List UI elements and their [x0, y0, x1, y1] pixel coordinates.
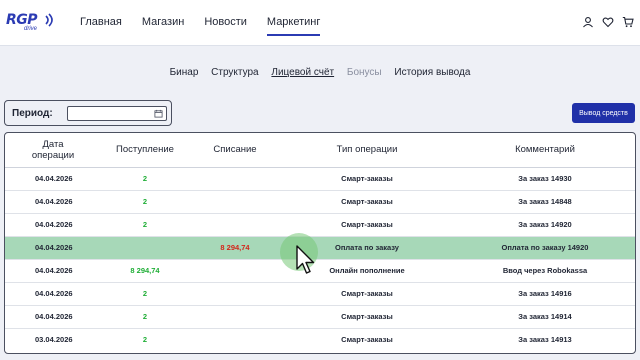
cell-income: 2 [142, 312, 148, 321]
header-income: Поступление [116, 144, 174, 155]
heart-icon[interactable] [602, 16, 614, 28]
cell-comment: За заказ 14930 [518, 174, 572, 183]
main-nav: Главная Магазин Новости Маркетинг [80, 16, 340, 36]
cell-comment: Оплата по заказу 14920 [501, 243, 589, 252]
withdraw-funds-button[interactable]: Вывод средств [572, 103, 635, 123]
header-type: Тип операции [336, 144, 398, 155]
cell-income: 8 294,74 [130, 266, 160, 275]
header-icons [582, 16, 634, 28]
top-header: RGP drive Главная Магазин Новости Маркет… [0, 0, 640, 46]
header-comment: Комментарий [515, 144, 575, 155]
cell-date: 04.04.2026 [35, 243, 73, 252]
cell-type: Смарт-заказы [341, 220, 393, 229]
nav-item-home[interactable]: Главная [80, 16, 122, 36]
cell-date: 04.04.2026 [35, 220, 73, 229]
logo-sub-text: drive [24, 26, 38, 32]
nav-item-news[interactable]: Новости [204, 16, 247, 36]
cell-comment: За заказ 14914 [518, 312, 572, 321]
period-filter: Период: [4, 100, 172, 126]
mouse-cursor-icon [296, 245, 315, 274]
cell-date: 04.04.2026 [35, 197, 73, 206]
table-row[interactable]: 04.04.2026 2 Смарт-заказы За заказ 14848 [5, 191, 635, 214]
cell-date: 04.04.2026 [35, 289, 73, 298]
table-row[interactable]: 03.04.2026 2 Смарт-заказы За заказ 14913 [5, 329, 635, 352]
header-expense: Списание [213, 144, 257, 155]
tab-withdraw-history[interactable]: История вывода [394, 67, 470, 78]
cell-income: 2 [142, 335, 148, 344]
transactions-table: Дата операции Поступление Списание Тип о… [4, 132, 636, 354]
signal-arcs-icon [45, 13, 53, 27]
table-row[interactable]: 04.04.2026 2 Смарт-заказы За заказ 14916 [5, 283, 635, 306]
cell-type: Смарт-заказы [341, 174, 393, 183]
cell-date: 03.04.2026 [35, 335, 73, 344]
calendar-icon[interactable] [154, 109, 163, 118]
period-date-input[interactable] [67, 106, 167, 121]
tab-binar[interactable]: Бинар [170, 67, 199, 78]
cell-type: Смарт-заказы [341, 289, 393, 298]
cell-date: 04.04.2026 [35, 266, 73, 275]
nav-item-shop[interactable]: Магазин [142, 16, 184, 36]
table-row-selected[interactable]: 04.04.2026 8 294,74 Оплата по заказу Опл… [5, 237, 635, 260]
cell-date: 04.04.2026 [35, 312, 73, 321]
table-row[interactable]: 04.04.2026 2 Смарт-заказы За заказ 14914 [5, 306, 635, 329]
marketing-subtabs: Бинар Структура Лицевой счёт Бонусы Исто… [0, 67, 640, 78]
cell-date: 04.04.2026 [35, 174, 73, 183]
table-header: Дата операции Поступление Списание Тип о… [5, 133, 635, 168]
period-label: Период: [12, 108, 53, 119]
logo[interactable]: RGP drive [6, 12, 60, 38]
cell-income: 2 [142, 174, 148, 183]
cell-comment: Ввод через Robokassa [502, 266, 588, 275]
header-date: Дата операции [31, 139, 75, 161]
cell-comment: За заказ 14916 [518, 289, 572, 298]
cell-comment: За заказ 14920 [518, 220, 572, 229]
table-row[interactable]: 04.04.2026 2 Смарт-заказы За заказ 14920 [5, 214, 635, 237]
cell-income: 2 [142, 289, 148, 298]
cell-income: 2 [142, 220, 148, 229]
cell-type: Смарт-заказы [341, 312, 393, 321]
cell-income: 2 [142, 197, 148, 206]
tab-personal-account[interactable]: Лицевой счёт [271, 67, 334, 78]
cell-comment: За заказ 14848 [518, 197, 572, 206]
tab-bonuses[interactable]: Бонусы [347, 67, 382, 78]
nav-item-marketing[interactable]: Маркетинг [266, 16, 321, 36]
cell-expense: 8 294,74 [220, 243, 250, 252]
tab-structure[interactable]: Структура [211, 67, 258, 78]
cell-comment: За заказ 14913 [518, 335, 572, 344]
table-row[interactable]: 04.04.2026 2 Смарт-заказы За заказ 14930 [5, 168, 635, 191]
cell-type: Смарт-заказы [341, 335, 393, 344]
table-row[interactable]: 04.04.2026 8 294,74 Онлайн пополнение Вв… [5, 260, 635, 283]
user-icon[interactable] [582, 16, 594, 28]
cart-icon[interactable] [622, 16, 634, 28]
cell-type: Смарт-заказы [341, 197, 393, 206]
